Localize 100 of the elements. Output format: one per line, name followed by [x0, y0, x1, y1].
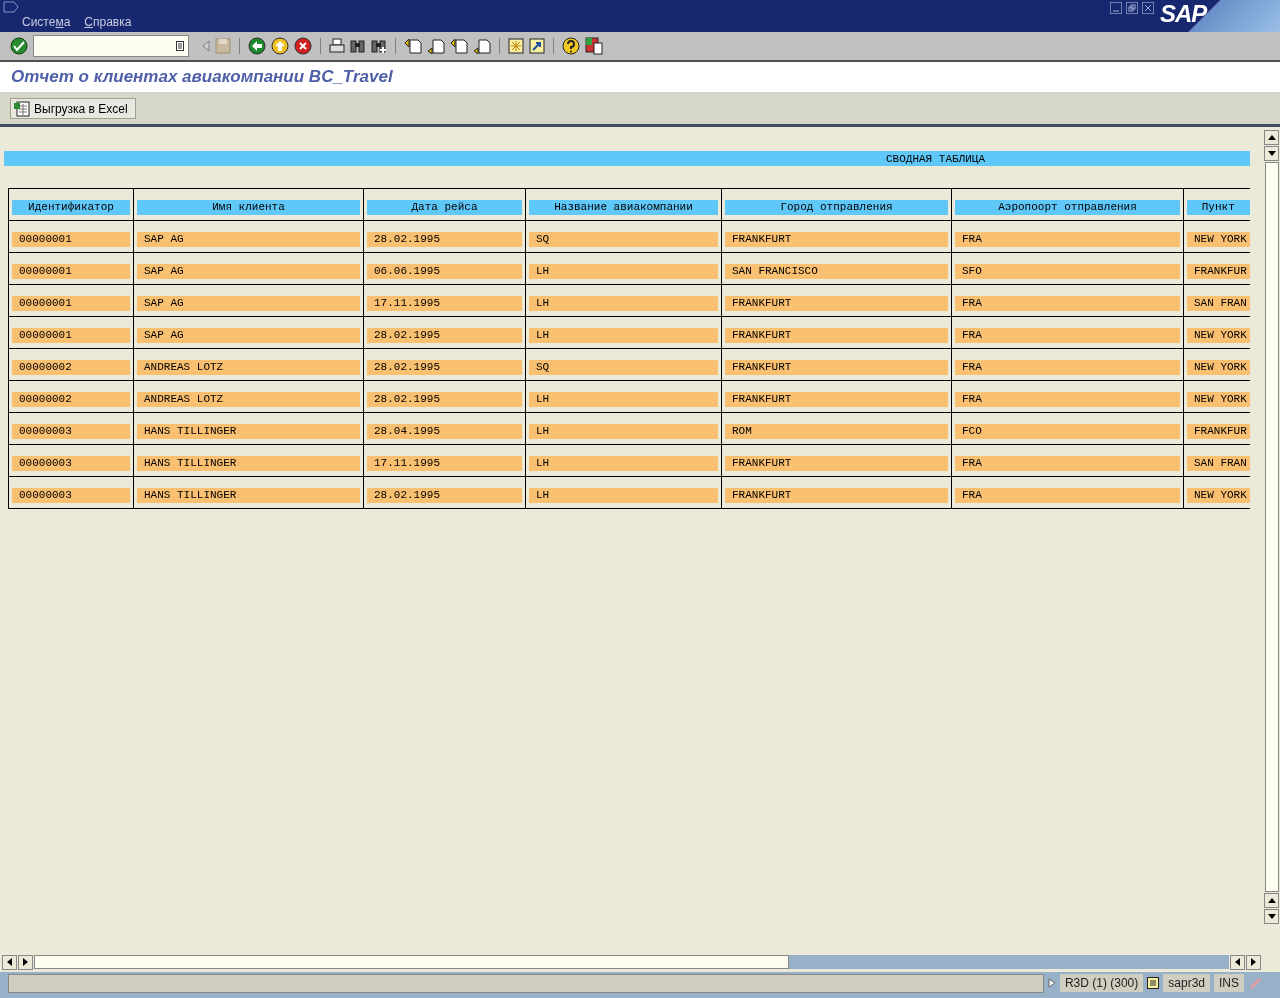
table-cell: 00000002: [12, 392, 130, 407]
table-cell: SQ: [529, 232, 718, 247]
help-icon[interactable]: [562, 37, 580, 55]
table-cell: SAN FRAN: [1187, 456, 1250, 471]
right-arrow-icon: [1250, 958, 1257, 966]
table-cell: LH: [529, 328, 718, 343]
find-next-icon[interactable]: [371, 38, 387, 54]
table-cell: FRANKFURT: [725, 232, 948, 247]
new-session-icon[interactable]: [508, 38, 524, 54]
table-cell: LH: [529, 456, 718, 471]
menu-item[interactable]: Справка: [84, 15, 132, 29]
enter-check-icon[interactable]: [10, 37, 28, 55]
cancel-icon[interactable]: [294, 37, 312, 55]
table-cell: SAN FRAN: [1187, 296, 1250, 311]
table-cell: 00000003: [12, 424, 130, 439]
table-cell: FRA: [955, 232, 1180, 247]
table-cell: SAP AG: [137, 232, 360, 247]
menu-item[interactable]: Система: [22, 15, 71, 29]
scroll-right-button[interactable]: [1246, 954, 1261, 970]
table-cell: FRA: [955, 328, 1180, 343]
table-cell: 00000001: [12, 264, 130, 279]
logo: SAP: [1159, 0, 1207, 29]
table-cell: LH: [529, 296, 718, 311]
table-cell: SAP AG: [137, 328, 360, 343]
table-cell: FRANKFURT: [725, 392, 948, 407]
restore-icon[interactable]: [1126, 2, 1138, 14]
scroll-down-button[interactable]: [1264, 146, 1279, 161]
print-icon[interactable]: [329, 38, 345, 54]
table-cell: HANS TILLINGER: [137, 456, 360, 471]
table-cell: 00000001: [12, 296, 130, 311]
find-icon[interactable]: [350, 38, 366, 54]
section-banner: СВОДНАЯ ТАБЛИЦА: [4, 151, 1250, 166]
back-icon[interactable]: [248, 37, 266, 55]
first-page-icon[interactable]: [404, 38, 422, 54]
column-header: Название авиакомпании: [529, 200, 718, 215]
up-arrow-icon: [1267, 134, 1276, 141]
screen-title: Отчет о клиентах авиакомпании BC_Travel: [11, 67, 393, 87]
table-cell: NEW YORK: [1187, 232, 1250, 247]
column-header: Дата рейса: [367, 200, 522, 215]
table-cell: FRA: [955, 392, 1180, 407]
exit-icon[interactable]: [271, 37, 289, 55]
table-cell: LH: [529, 264, 718, 279]
next-page-icon[interactable]: [450, 38, 468, 54]
scroll-left-button[interactable]: [1230, 954, 1245, 970]
table-cell: NEW YORK: [1187, 360, 1250, 375]
down-arrow-icon: [1267, 913, 1276, 920]
layout-icon[interactable]: [585, 37, 603, 55]
history-icon[interactable]: [176, 41, 184, 51]
table-cell: FRANKFUR: [1187, 424, 1250, 439]
last-page-icon[interactable]: [473, 38, 491, 54]
up-arrow-icon: [1267, 897, 1276, 904]
close-icon[interactable]: [1142, 2, 1154, 14]
minimize-icon[interactable]: [1110, 2, 1122, 14]
table-cell: FRANKFURT: [725, 296, 948, 311]
column-header: Город отправления: [725, 200, 948, 215]
table-cell: FRA: [955, 360, 1180, 375]
scrollbar-thumb[interactable]: [34, 955, 789, 969]
command-field[interactable]: [33, 35, 189, 57]
scrollbar-thumb[interactable]: [1264, 162, 1279, 892]
table-cell: HANS TILLINGER: [137, 424, 360, 439]
table-cell: 00000001: [12, 232, 130, 247]
scroll-down-button[interactable]: [1264, 909, 1279, 924]
shortcut-icon[interactable]: [529, 38, 545, 54]
expand-status-icon[interactable]: [1047, 978, 1056, 988]
scroll-right-button[interactable]: [18, 954, 33, 970]
right-arrow-icon: [22, 958, 29, 966]
table-cell: ANDREAS LOTZ: [137, 392, 360, 407]
table-cell: FRANKFURT: [725, 456, 948, 471]
export-excel-button[interactable]: Выгрузка в Excel: [10, 98, 136, 119]
scroll-left-button[interactable]: [2, 954, 17, 970]
down-arrow-icon: [1267, 150, 1276, 157]
scroll-up-button[interactable]: [1264, 130, 1279, 145]
table-cell: FRA: [955, 456, 1180, 471]
left-arrow-icon: [6, 958, 13, 966]
table-cell: 00000003: [12, 488, 130, 503]
table-cell: SAN FRANCISCO: [725, 264, 948, 279]
table-cell: ANDREAS LOTZ: [137, 360, 360, 375]
table-cell: LH: [529, 424, 718, 439]
table-cell: LH: [529, 488, 718, 503]
table-cell: SFO: [955, 264, 1180, 279]
left-arrow-icon: [1234, 958, 1241, 966]
lock-icon: [1248, 976, 1262, 990]
previous-page-icon[interactable]: [427, 38, 445, 54]
table-cell: HANS TILLINGER: [137, 488, 360, 503]
scroll-up-button[interactable]: [1264, 893, 1279, 908]
table-cell: 06.06.1995: [367, 264, 522, 279]
table-cell: FCO: [955, 424, 1180, 439]
table-cell: FRA: [955, 488, 1180, 503]
table-cell: NEW YORK: [1187, 328, 1250, 343]
table-cell: 28.02.1995: [367, 328, 522, 343]
list-icon[interactable]: [1147, 977, 1160, 989]
table-cell: 28.02.1995: [367, 392, 522, 407]
server-name: sapr3d: [1163, 974, 1210, 992]
table-cell: FRANKFURT: [725, 328, 948, 343]
table-cell: 00000002: [12, 360, 130, 375]
window-menu-icon[interactable]: [3, 1, 19, 13]
table-cell: 28.02.1995: [367, 232, 522, 247]
table-cell: 00000003: [12, 456, 130, 471]
table-cell: SAP AG: [137, 264, 360, 279]
table-cell: NEW YORK: [1187, 392, 1250, 407]
